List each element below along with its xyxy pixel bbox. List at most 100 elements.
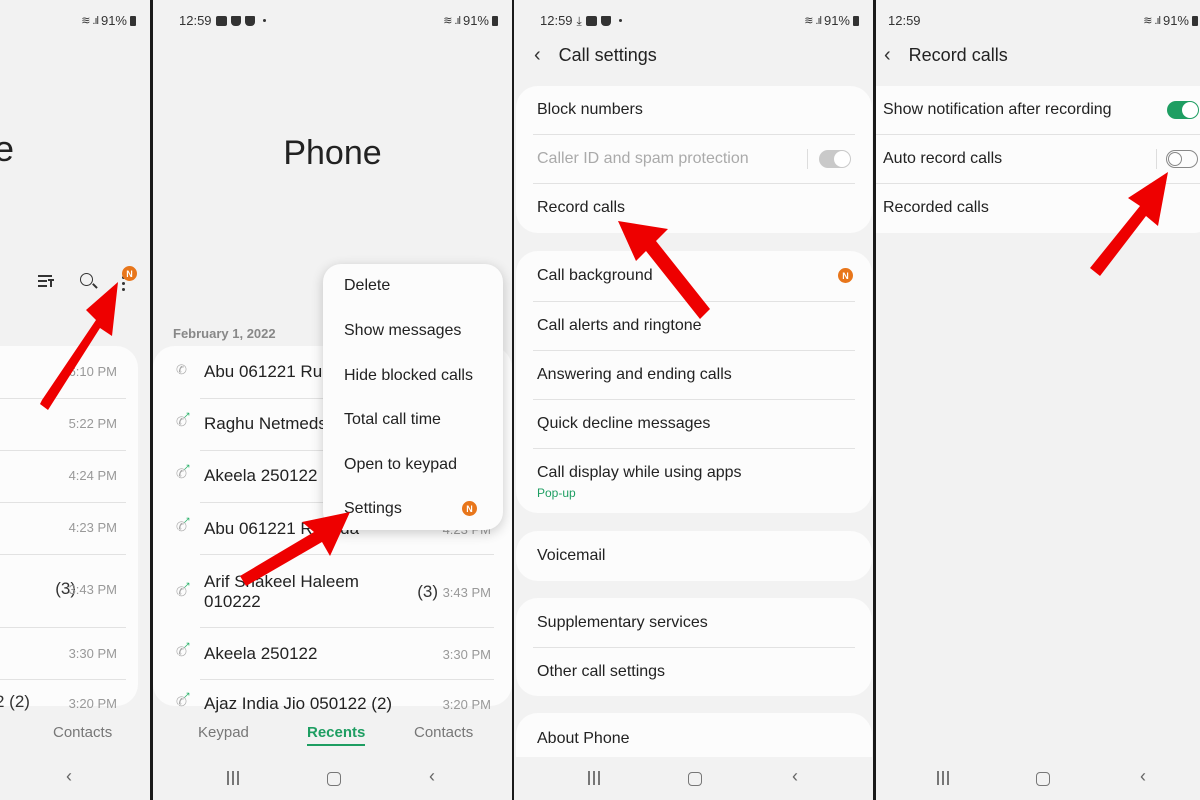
tab-contacts[interactable]: Contacts <box>53 724 112 741</box>
menu-item-show-messages[interactable]: Show messages <box>344 322 461 340</box>
more-notifications-dot <box>618 19 622 22</box>
notification-badge: N <box>122 266 137 281</box>
overflow-menu: Delete Show messages Hide blocked calls … <box>323 264 503 530</box>
setting-recorded-calls[interactable]: Recorded calls <box>883 199 989 217</box>
settings-group: Show notification after recording Auto r… <box>876 86 1200 233</box>
page-title: Phone <box>283 134 382 172</box>
setting-block-numbers[interactable]: Block numbers <box>537 101 643 119</box>
recent-apps-icon[interactable] <box>588 771 600 785</box>
gallery-notification-icon <box>585 15 597 26</box>
home-icon[interactable] <box>688 772 702 786</box>
battery-percent: 91% <box>100 13 127 28</box>
recent-apps-icon[interactable] <box>227 771 239 785</box>
page-title: Record calls <box>908 44 1008 65</box>
outgoing-call-icon: ✆ ↗ <box>176 640 191 659</box>
battery-icon <box>1192 15 1198 26</box>
wifi-icon: ≋ <box>804 15 813 27</box>
menu-item-open-to-keypad[interactable]: Open to keypad <box>344 456 457 474</box>
record-calls-panel: 12:59 ≋ .ıl 91% ‹ Record calls Show noti… <box>876 0 1200 800</box>
status-bar: 12:59 ⤓ ≋ .ıl 91% <box>514 12 873 30</box>
recent-apps-icon[interactable] <box>937 771 949 785</box>
battery-percent: 91% <box>462 13 489 28</box>
filter-icon[interactable] <box>38 274 54 288</box>
app-bar: ‹ Record calls <box>884 42 1008 68</box>
tab-keypad[interactable]: Keypad <box>198 724 249 741</box>
nav-bar: ‹ <box>153 756 512 800</box>
setting-call-alerts[interactable]: Call alerts and ringtone <box>537 317 702 335</box>
missed-call-icon: ✆ <box>176 362 187 377</box>
status-bar: 12:59 ≋ .ıl 91% <box>153 12 512 30</box>
home-icon[interactable] <box>327 772 341 786</box>
menu-item-total-call-time[interactable]: Total call time <box>344 411 441 429</box>
settings-group: About Phone <box>516 713 872 757</box>
gallery-notification-icon <box>215 15 227 26</box>
setting-auto-record[interactable]: Auto record calls <box>883 150 1002 168</box>
setting-quick-decline[interactable]: Quick decline messages <box>537 415 710 433</box>
setting-call-display-value: Pop-up <box>537 486 576 500</box>
back-button[interactable]: ‹ <box>884 44 891 67</box>
tab-recents[interactable]: Recents <box>307 724 366 746</box>
phone-recents-panel: 12:59 ≋ .ıl 91% Phone February 1, 2022 ✆… <box>153 0 512 800</box>
outgoing-call-icon: ✆ ↗ <box>176 410 191 429</box>
setting-caller-id-spam: Caller ID and spam protection <box>537 150 749 167</box>
outgoing-call-icon: ✆ ↗ <box>176 462 191 481</box>
phone-recents-panel-partial: ≋ .ıl 91% e N 6:10 PM 5:22 PM 4:24 PM 4:… <box>0 0 150 800</box>
back-nav-icon[interactable]: ‹ <box>792 766 798 787</box>
new-badge: N <box>838 268 853 283</box>
setting-voicemail[interactable]: Voicemail <box>537 547 605 565</box>
signal-icon: .ıl <box>454 14 460 27</box>
back-nav-icon[interactable]: ‹ <box>1140 766 1146 787</box>
signal-icon: .ıl <box>815 14 821 27</box>
clock: 12:59 <box>540 13 573 28</box>
menu-item-delete[interactable]: Delete <box>344 277 390 295</box>
settings-group: Supplementary services Other call settin… <box>516 598 872 696</box>
shopping-notification-icon <box>244 15 255 26</box>
signal-icon: .ıl <box>92 14 98 27</box>
settings-group: Voicemail <box>516 531 872 581</box>
wifi-icon: ≋ <box>443 15 452 27</box>
signal-icon: .ıl <box>1154 14 1160 27</box>
setting-call-display[interactable]: Call display while using apps <box>537 464 742 482</box>
settings-group: Call background N Call alerts and ringto… <box>516 251 872 513</box>
nav-bar: ‹ <box>514 756 873 800</box>
caller-id-toggle <box>819 150 851 168</box>
call-settings-panel: 12:59 ⤓ ≋ .ıl 91% ‹ Call settings Block … <box>514 0 873 800</box>
download-notification-icon: ⤓ <box>576 13 582 28</box>
setting-show-notification[interactable]: Show notification after recording <box>883 101 1112 119</box>
shopping-notification-icon <box>230 15 241 26</box>
setting-supplementary[interactable]: Supplementary services <box>537 614 708 632</box>
back-button[interactable]: ‹ <box>534 44 541 67</box>
battery-icon <box>853 15 859 26</box>
battery-icon <box>130 15 136 26</box>
search-icon-handle <box>92 283 98 289</box>
outgoing-call-icon: ✆ ↗ <box>176 580 191 599</box>
tab-contacts[interactable]: Contacts <box>414 724 473 741</box>
auto-record-toggle[interactable] <box>1166 150 1198 168</box>
setting-about-phone[interactable]: About Phone <box>537 730 630 748</box>
shopping-notification-icon <box>600 15 611 26</box>
outgoing-call-icon: ✆ ↗ <box>176 515 191 534</box>
clock: 12:59 <box>888 13 921 28</box>
back-nav-icon[interactable]: ‹ <box>429 766 435 787</box>
setting-call-background[interactable]: Call background <box>537 267 653 285</box>
settings-new-badge: N <box>462 501 477 516</box>
show-notification-toggle[interactable] <box>1167 101 1199 119</box>
nav-bar: ‹ <box>876 756 1200 800</box>
menu-item-hide-blocked-calls[interactable]: Hide blocked calls <box>344 367 473 385</box>
battery-percent: 91% <box>823 13 850 28</box>
status-bar: ≋ .ıl 91% <box>0 12 150 30</box>
bottom-tabs: Contacts <box>0 724 150 748</box>
app-bar: ‹ Call settings <box>534 42 657 68</box>
setting-record-calls[interactable]: Record calls <box>537 199 625 217</box>
back-nav-icon[interactable]: ‹ <box>66 766 72 787</box>
page-title-fragment: e <box>0 128 15 169</box>
outgoing-call-icon: ✆ ↗ <box>176 690 191 709</box>
setting-other-call-settings[interactable]: Other call settings <box>537 663 665 681</box>
date-header: February 1, 2022 <box>173 326 276 341</box>
setting-answering-ending[interactable]: Answering and ending calls <box>537 366 732 384</box>
menu-item-settings[interactable]: Settings <box>344 500 402 518</box>
battery-icon <box>492 15 498 26</box>
bottom-tabs: Keypad Recents Contacts <box>153 724 512 748</box>
nav-bar: ‹ <box>0 756 150 800</box>
home-icon[interactable] <box>1036 772 1050 786</box>
